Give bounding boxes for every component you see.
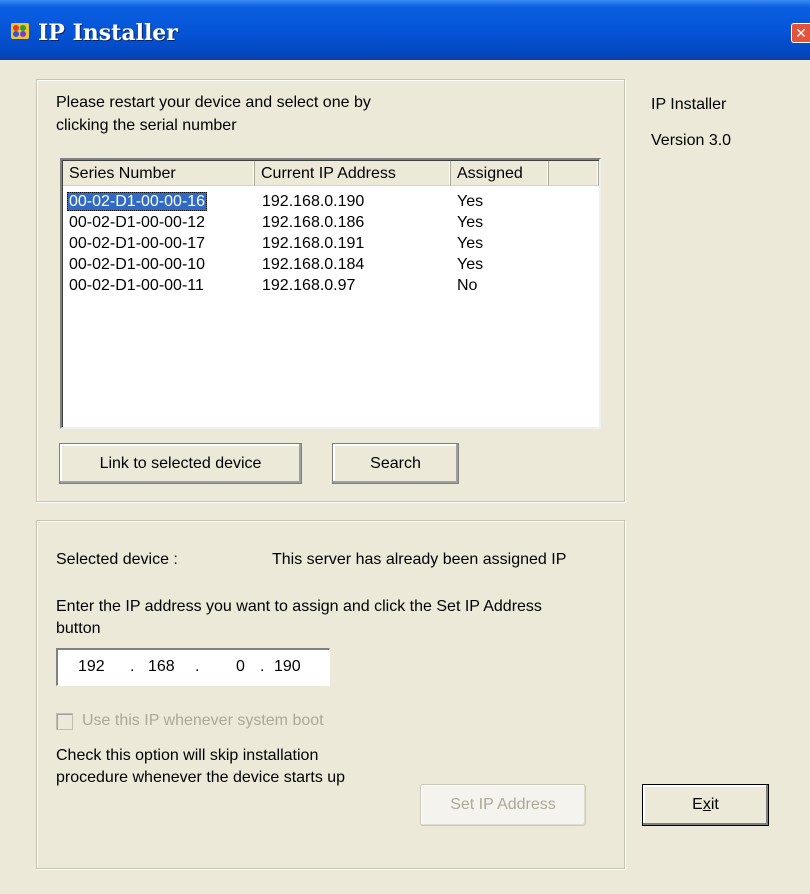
exit-label-mnemonic: x [702, 796, 711, 813]
ip-cell: 192.168.0.191 [262, 235, 365, 252]
serial-cell: 00-02-D1-00-00-11 [69, 277, 204, 294]
column-header-assigned[interactable]: Assigned [451, 161, 549, 186]
serial-cell: 00-02-D1-00-00-10 [69, 256, 206, 273]
assigned-cell: Yes [457, 214, 484, 231]
assigned-cell: Yes [457, 256, 484, 273]
ip-cell: 192.168.0.190 [262, 193, 365, 210]
boot-note-line-2: procedure whenever the device starts up [56, 769, 346, 786]
assigned-cell: Yes [457, 193, 484, 210]
table-row[interactable]: 00-02-D1-00-00-10 192.168.0.184 Yes [63, 255, 599, 275]
table-row[interactable]: 00-02-D1-00-00-11 192.168.0.97 No [63, 276, 599, 296]
link-to-selected-device-button[interactable]: Link to selected device [59, 443, 302, 484]
column-header-spacer [549, 161, 599, 186]
version-label: Version 3.0 [651, 132, 732, 149]
ip-dot: . [130, 658, 135, 675]
column-header-series-number[interactable]: Series Number [63, 161, 255, 186]
ip-cell: 192.168.0.186 [262, 214, 365, 231]
exit-label-end: it [710, 796, 719, 813]
table-row[interactable]: 00-02-D1-00-00-17 192.168.0.191 Yes [63, 234, 599, 254]
ip-installer-window: IP Installer ✕ IP Installer Version 3.0 … [0, 0, 810, 894]
ip-cell: 192.168.0.184 [262, 256, 365, 273]
set-ip-address-button[interactable]: Set IP Address [420, 784, 586, 826]
selected-device-status: This server has already been assigned IP [272, 551, 567, 568]
column-header-current-ip[interactable]: Current IP Address [255, 161, 451, 186]
search-button[interactable]: Search [332, 443, 459, 484]
ip-address-input[interactable]: 192 . 168 . 0 . 190 [56, 648, 330, 686]
exit-button[interactable]: Exit [642, 784, 769, 826]
product-name: IP Installer [651, 96, 727, 113]
device-list[interactable]: Series Number Current IP Address Assigne… [60, 158, 601, 429]
table-row[interactable]: 00-02-D1-00-00-12 192.168.0.186 Yes [63, 213, 599, 233]
assigned-cell: No [457, 277, 478, 294]
ip-cell: 192.168.0.97 [262, 277, 356, 294]
serial-cell: 00-02-D1-00-00-12 [69, 214, 206, 231]
assigned-cell: Yes [457, 235, 484, 252]
instruction-line-2: clicking the serial number [56, 117, 237, 134]
ip-dot: . [195, 658, 200, 675]
selected-device-label: Selected device : [56, 551, 178, 568]
boot-note-line-1: Check this option will skip installation [56, 747, 319, 764]
ip-prompt-line-2: button [56, 620, 101, 637]
device-list-header: Series Number Current IP Address Assigne… [63, 161, 599, 186]
table-row[interactable]: 00-02-D1-00-00-16 192.168.0.190 Yes [63, 192, 599, 212]
ip-octet-4[interactable]: 190 [274, 658, 301, 676]
boot-checkbox[interactable] [56, 713, 73, 730]
title-bar[interactable]: IP Installer ✕ [0, 0, 810, 60]
exit-label-start: E [692, 796, 703, 813]
ip-octet-1[interactable]: 192 [78, 658, 105, 676]
ip-octet-2[interactable]: 168 [148, 658, 175, 676]
window-title: IP Installer [38, 20, 178, 46]
serial-cell: 00-02-D1-00-00-17 [69, 235, 206, 252]
serial-cell: 00-02-D1-00-00-16 [67, 192, 208, 211]
app-icon [11, 23, 29, 39]
boot-checkbox-label: Use this IP whenever system boot [82, 712, 324, 729]
close-button[interactable]: ✕ [791, 23, 810, 43]
ip-prompt-line-1: Enter the IP address you want to assign … [56, 598, 542, 615]
close-icon: ✕ [795, 25, 807, 41]
ip-octet-3[interactable]: 0 [236, 658, 245, 676]
instruction-line-1: Please restart your device and select on… [56, 94, 371, 111]
ip-dot: . [260, 658, 265, 675]
